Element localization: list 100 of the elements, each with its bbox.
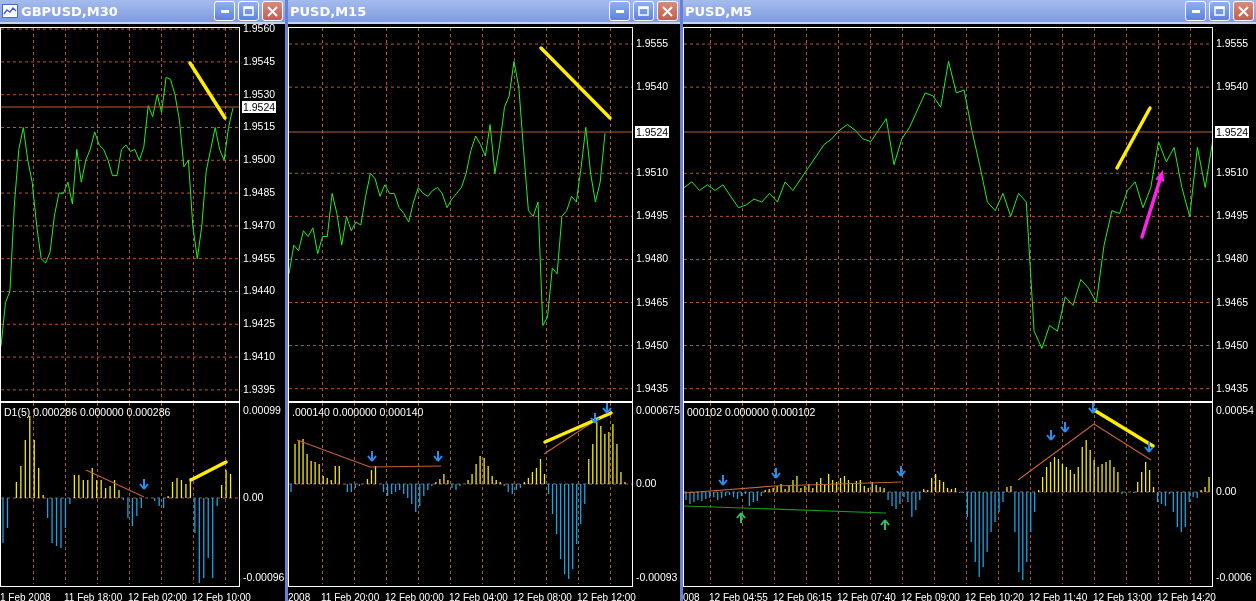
price-axis-label: 1.9540 <box>636 80 669 93</box>
close-button[interactable] <box>657 1 678 21</box>
up-arrow-icon <box>880 519 890 531</box>
price-axis-label: 1.9435 <box>1216 381 1249 394</box>
time-axis-label: 11 Feb 18:00 <box>64 592 123 601</box>
price-axis-label: 1.9480 <box>1216 252 1249 265</box>
price-axis-label: 1.9470 <box>243 218 276 231</box>
price-axis-label: 1.9510 <box>636 166 669 179</box>
time-axis-label: 12 Feb 09:00 <box>901 592 960 601</box>
up-arrow-icon <box>736 512 746 524</box>
down-arrow-icon <box>1144 441 1154 453</box>
minimize-icon <box>1191 9 1200 13</box>
window-title: PUSD,M5 <box>685 3 754 19</box>
indicator-values: 000102 0.000000 0.000102 <box>687 406 816 418</box>
price-axis-label: 1.9480 <box>636 252 669 265</box>
time-axis-label: 008 <box>683 592 700 601</box>
window-title: GBPUSD,M30 <box>21 3 119 19</box>
price-axis-label: 1.9440 <box>243 284 276 297</box>
price-axis-label: 1.9555 <box>636 37 669 50</box>
minimize-button[interactable] <box>214 1 235 21</box>
price-axis-label: 1.9465 <box>1216 295 1249 308</box>
price-axis-label: 1.9560 <box>243 22 276 35</box>
time-axis-label: 12 Feb 14:20 <box>1157 592 1216 601</box>
pointer-arrow <box>1140 170 1165 239</box>
time-axis-label: 2008 <box>288 592 311 601</box>
time-axis-label: 12 Feb 04:00 <box>449 592 508 601</box>
maximize-button[interactable] <box>633 1 654 21</box>
maximize-button[interactable] <box>238 1 259 21</box>
maximize-icon <box>243 6 254 16</box>
close-button[interactable] <box>1233 1 1254 21</box>
price-axis-label: 1.9530 <box>243 87 276 100</box>
time-axis-label: 12 Feb 11:40 <box>1029 592 1088 601</box>
price-axis-label: 1.9510 <box>1216 166 1249 179</box>
time-axis-label: 12 Feb 04:55 <box>709 592 768 601</box>
price-axis-label: 1.9455 <box>243 251 276 264</box>
indicator-axis-label: 0.000675 <box>636 404 680 416</box>
down-arrow-icon <box>139 478 149 490</box>
trend-line <box>1115 106 1152 170</box>
indicator-axis-label: -0.0006 <box>1216 571 1252 583</box>
time-axis-label: 12 Feb 00:00 <box>385 592 444 601</box>
minimize-icon <box>615 9 624 13</box>
price-axis-label: 1.9495 <box>1216 209 1249 222</box>
indicator-axis-label: 0.00 <box>1216 485 1237 497</box>
indicator-values: D1(5) 0.000286 0.000000 0.000286 <box>4 406 171 418</box>
time-axis-label: 12 Feb 10:00 <box>192 592 251 601</box>
price-axis-label: 1.9540 <box>1216 80 1249 93</box>
down-arrow-icon <box>367 450 377 462</box>
current-price-label: 1.9524 <box>1215 126 1250 138</box>
price-axis-label: 1.9500 <box>243 153 276 166</box>
down-arrow-icon <box>433 450 443 462</box>
price-axis-label: 1.9425 <box>243 317 276 330</box>
price-axis-label: 1.9545 <box>243 54 276 67</box>
maximize-button[interactable] <box>1209 1 1230 21</box>
time-axis-label: 12 Feb 07:40 <box>837 592 896 601</box>
time-axis-label: 12 Feb 13:00 <box>1093 592 1152 601</box>
time-axis-label: 12 Feb 06:15 <box>773 592 832 601</box>
time-axis-label: 12 Feb 02:00 <box>128 592 187 601</box>
close-button[interactable] <box>262 1 283 21</box>
time-axis-label: 12 Feb 10:20 <box>965 592 1024 601</box>
price-axis-label: 1.9450 <box>636 338 669 351</box>
current-price-label: 1.9524 <box>242 101 277 113</box>
indicator-axis-label: -0.00096 <box>243 571 285 583</box>
minimize-button[interactable] <box>609 1 630 21</box>
maximize-icon <box>1214 6 1225 16</box>
indicator-axis-label: 0.00 <box>636 477 657 489</box>
trend-line <box>1092 408 1155 448</box>
price-axis-label: 1.9485 <box>243 186 276 199</box>
price-axis-label: 1.9555 <box>1216 37 1249 50</box>
indicator-axis-label: 0.00054 <box>1216 404 1254 416</box>
divergence-line <box>85 469 145 498</box>
down-arrow-icon <box>771 467 781 479</box>
down-arrow-icon <box>1060 421 1070 433</box>
down-arrow-icon <box>590 412 600 424</box>
price-axis-label: 1.9495 <box>636 209 669 222</box>
indicator-values: .000140 0.000000 0.000140 <box>292 406 424 418</box>
indicator-axis-label: 0.00099 <box>243 404 281 416</box>
time-axis-label: 12 Feb 12:00 <box>577 592 636 601</box>
window-title: PUSD,M15 <box>290 3 368 19</box>
close-icon <box>267 5 278 17</box>
minimize-icon <box>220 9 229 13</box>
down-arrow-icon <box>718 474 728 486</box>
price-axis-label: 1.9395 <box>243 382 276 395</box>
time-axis-label: 1 Feb 2008 <box>0 592 51 601</box>
chart-window-icon <box>2 4 18 18</box>
down-arrow-icon <box>1046 429 1056 441</box>
indicator-axis-label: 0.00 <box>243 491 264 503</box>
down-arrow-icon <box>1088 403 1098 414</box>
price-axis-label: 1.9465 <box>636 295 669 308</box>
price-axis-label: 1.9450 <box>1216 338 1249 351</box>
indicator-axis-label: -0.00093 <box>636 571 678 583</box>
trend-line <box>189 460 228 482</box>
time-axis-label: 11 Feb 20:00 <box>321 592 380 601</box>
maximize-icon <box>638 6 649 16</box>
price-axis-label: 1.9410 <box>243 350 276 363</box>
minimize-button[interactable] <box>1185 1 1206 21</box>
down-arrow-icon <box>896 465 906 477</box>
current-price-label: 1.9524 <box>635 126 670 138</box>
trend-line <box>188 61 227 120</box>
price-axis-label: 1.9435 <box>636 381 669 394</box>
down-arrow-icon <box>602 403 612 414</box>
